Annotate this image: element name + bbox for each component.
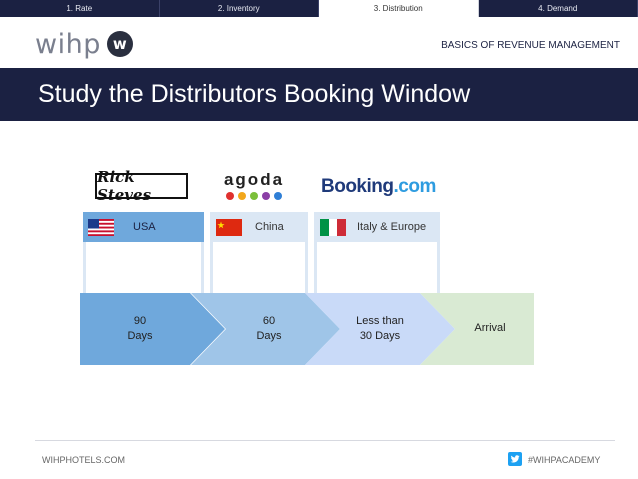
twitter-icon[interactable] [508,452,522,466]
country-usa: USA [83,212,204,242]
step-30-days-line2: 30 Days [359,330,401,342]
logo-mark-icon: w [106,31,133,57]
country-china-label: China [255,221,284,233]
step-60-days-line1: 60 [262,315,276,327]
step-arrival-label: Arrival [474,322,506,334]
agoda-dots-icon [218,192,290,200]
booking-logo-text: Booking [321,176,394,197]
step-90-days-line1: 90 [133,315,147,327]
country-usa-label: USA [133,221,156,233]
step-60-days: 60 Days [229,314,309,344]
china-column-inner [213,242,305,298]
usa-flag-icon [88,219,114,236]
footer-hashtag[interactable]: #WIHPACADEMY [528,455,600,465]
step-30-days-line1: Less than [356,315,404,327]
country-china: China [210,212,308,242]
step-arrival: Arrival [455,321,525,336]
booking-logo: Booking.com [321,176,436,198]
footer-divider [35,440,615,441]
section-tabs: 1. Rate 2. Inventory 3. Distribution 4. … [0,0,638,17]
step-less-than-30-days: Less than 30 Days [340,314,420,344]
tab-distribution[interactable]: 3. Distribution [319,0,479,17]
country-italy: Italy & Europe [314,212,440,242]
title-bar: Study the Distributors Booking Window [0,68,638,121]
footer-website[interactable]: WIHPHOTELS.COM [42,455,125,465]
header-title: BASICS OF REVENUE MANAGEMENT [441,40,620,51]
step-60-days-line2: Days [256,330,282,342]
step-90-days-line2: Days [127,330,153,342]
agoda-logo-text: agoda [223,170,285,189]
step-90-days: 90 Days [100,314,180,344]
china-flag-icon [216,219,242,236]
tab-demand[interactable]: 4. Demand [478,0,638,17]
slide-title: Study the Distributors Booking Window [38,80,471,108]
tab-inventory[interactable]: 2. Inventory [159,0,319,17]
tab-rate[interactable]: 1. Rate [0,0,160,17]
booking-logo-suffix: .com [393,176,437,197]
rick-steves-logo: Rick Steves [95,168,188,204]
italy-flag-icon [320,219,346,236]
agoda-logo: agoda [218,170,290,204]
rick-steves-logo-text: Rick Steves [97,168,152,204]
wihp-logo: wihp w [35,28,133,60]
logo-text: wihp [35,28,101,60]
country-italy-label: Italy & Europe [357,221,427,233]
italy-column-inner [317,242,437,298]
usa-column-inner [86,242,201,298]
